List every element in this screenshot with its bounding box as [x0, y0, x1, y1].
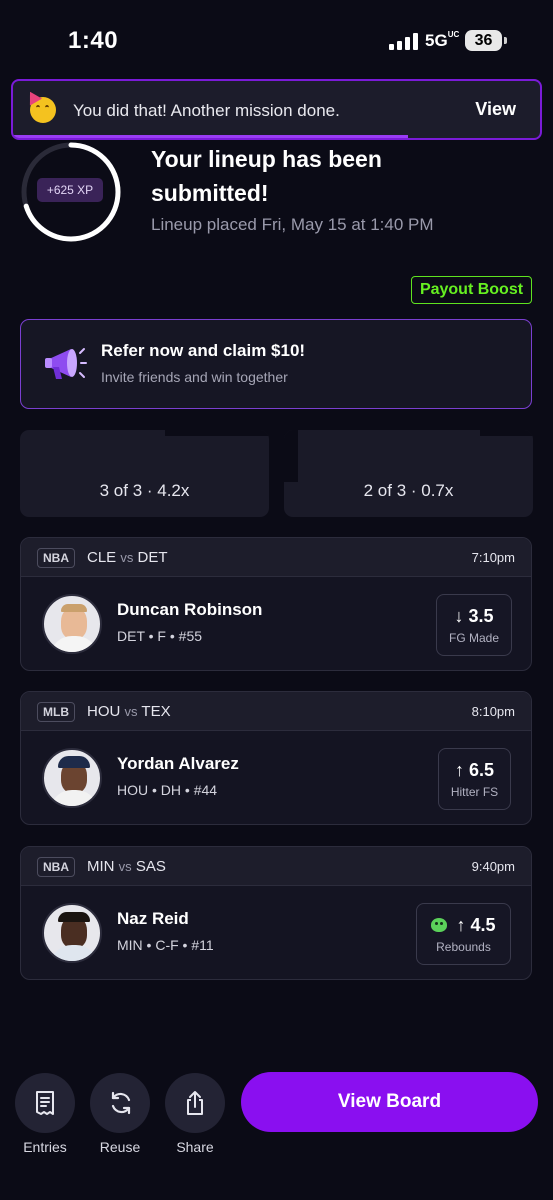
player-avatar	[42, 594, 102, 654]
matchup: HOU vs TEX	[87, 703, 171, 720]
pick-card[interactable]: MLB HOU vs TEX 8:10pm Yordan Alvarez HOU…	[20, 691, 532, 825]
payout-boost-badge[interactable]: Payout Boost	[411, 276, 532, 304]
pick-card[interactable]: NBA MIN vs SAS 9:40pm Naz Reid MIN • C-F…	[20, 846, 532, 980]
megaphone-icon	[43, 344, 87, 384]
player-name: Duncan Robinson	[117, 600, 263, 619]
league-badge: NBA	[37, 548, 75, 568]
player-name: Yordan Alvarez	[117, 754, 239, 773]
line-value: 6.5	[468, 760, 495, 780]
share-icon	[187, 1091, 203, 1115]
direction-arrow-icon: ↑	[456, 915, 466, 935]
entries-button[interactable]	[15, 1073, 75, 1133]
stat-type: Rebounds	[436, 940, 491, 954]
vs-label: vs	[118, 859, 132, 874]
receipt-icon	[36, 1091, 54, 1115]
toast-view-button[interactable]: View	[475, 99, 516, 120]
projection-box[interactable]: ↑ 6.5 Hitter FS	[438, 748, 511, 810]
team-b: DET	[137, 549, 168, 566]
direction-arrow-icon: ↓	[454, 606, 464, 626]
player-meta: HOU • DH • #44	[117, 782, 218, 798]
team-a: CLE	[87, 549, 117, 566]
partying-face-icon	[30, 97, 56, 123]
player-name: Naz Reid	[117, 909, 189, 928]
network-label: 5G	[425, 31, 448, 50]
reuse-button[interactable]	[90, 1073, 150, 1133]
stat-type: FG Made	[448, 631, 499, 645]
toast-message: You did that! Another mission done.	[73, 101, 340, 120]
view-board-button[interactable]: View Board	[241, 1072, 538, 1132]
payout-option-label: 2 of 3 · 0.7x	[363, 481, 454, 500]
network-sup: UC	[447, 30, 460, 39]
stat-type: Hitter FS	[450, 785, 499, 799]
payout-option-card[interactable]: 2 of 3 · 0.7x	[284, 430, 533, 517]
pick-header: NBA MIN vs SAS 9:40pm	[21, 847, 531, 886]
game-time: 9:40pm	[471, 859, 515, 874]
projection-box[interactable]: ↑ 4.5 Rebounds	[416, 903, 511, 965]
toast-progress-bar	[13, 135, 409, 138]
share-button[interactable]	[165, 1073, 225, 1133]
direction-arrow-icon: ↑	[454, 760, 464, 780]
goblin-icon	[431, 918, 448, 932]
status-time: 1:40	[68, 27, 119, 54]
vs-label: vs	[124, 704, 138, 719]
team-b: SAS	[135, 858, 166, 875]
line-value: 3.5	[468, 606, 494, 626]
game-time: 8:10pm	[471, 704, 515, 719]
entries-label: Entries	[23, 1139, 67, 1155]
xp-badge: +625 XP	[37, 178, 103, 202]
battery-icon: 36	[465, 30, 507, 51]
player-meta: DET • F • #55	[117, 628, 203, 644]
projection-box[interactable]: ↓ 3.5 FG Made	[436, 594, 512, 656]
share-label: Share	[176, 1139, 214, 1155]
pick-header: NBA CLE vs DET 7:10pm	[21, 538, 531, 577]
player-meta: MIN • C-F • #11	[117, 937, 214, 953]
team-a: MIN	[87, 858, 115, 875]
league-badge: NBA	[37, 857, 75, 877]
matchup: CLE vs DET	[87, 549, 168, 566]
projection-value: ↑ 6.5	[439, 760, 510, 781]
player-avatar	[42, 748, 102, 808]
refresh-icon	[111, 1091, 131, 1115]
reuse-label: Reuse	[99, 1139, 141, 1155]
payout-option-label: 3 of 3 · 4.2x	[99, 481, 190, 500]
projection-value: ↓ 3.5	[437, 606, 511, 627]
refer-banner[interactable]: Refer now and claim $10! Invite friends …	[20, 319, 532, 409]
game-time: 7:10pm	[471, 550, 515, 565]
projection-value: ↑ 4.5	[417, 915, 510, 936]
payout-option-card[interactable]: 3 of 3 · 4.2x	[20, 430, 269, 517]
page-title: Your lineup has been submitted!	[151, 146, 382, 206]
pick-card[interactable]: NBA CLE vs DET 7:10pm Duncan Robinson DE…	[20, 537, 532, 671]
team-a: HOU	[87, 703, 121, 720]
signal-icon	[389, 32, 419, 50]
pick-header: MLB HOU vs TEX 8:10pm	[21, 692, 531, 731]
vs-label: vs	[120, 550, 134, 565]
line-value: 4.5	[470, 915, 496, 935]
mission-toast[interactable]: You did that! Another mission done. View	[11, 79, 542, 140]
lineup-timestamp: Lineup placed Fri, May 15 at 1:40 PM	[151, 215, 434, 234]
refer-title: Refer now and claim $10!	[101, 341, 306, 360]
network-indicator: 5GUC	[425, 30, 460, 51]
league-badge: MLB	[37, 702, 75, 722]
status-bar: 1:40 5GUC 36	[0, 0, 553, 80]
player-avatar	[42, 903, 102, 963]
matchup: MIN vs SAS	[87, 858, 166, 875]
refer-subtitle: Invite friends and win together	[101, 369, 288, 385]
team-b: TEX	[141, 703, 171, 720]
